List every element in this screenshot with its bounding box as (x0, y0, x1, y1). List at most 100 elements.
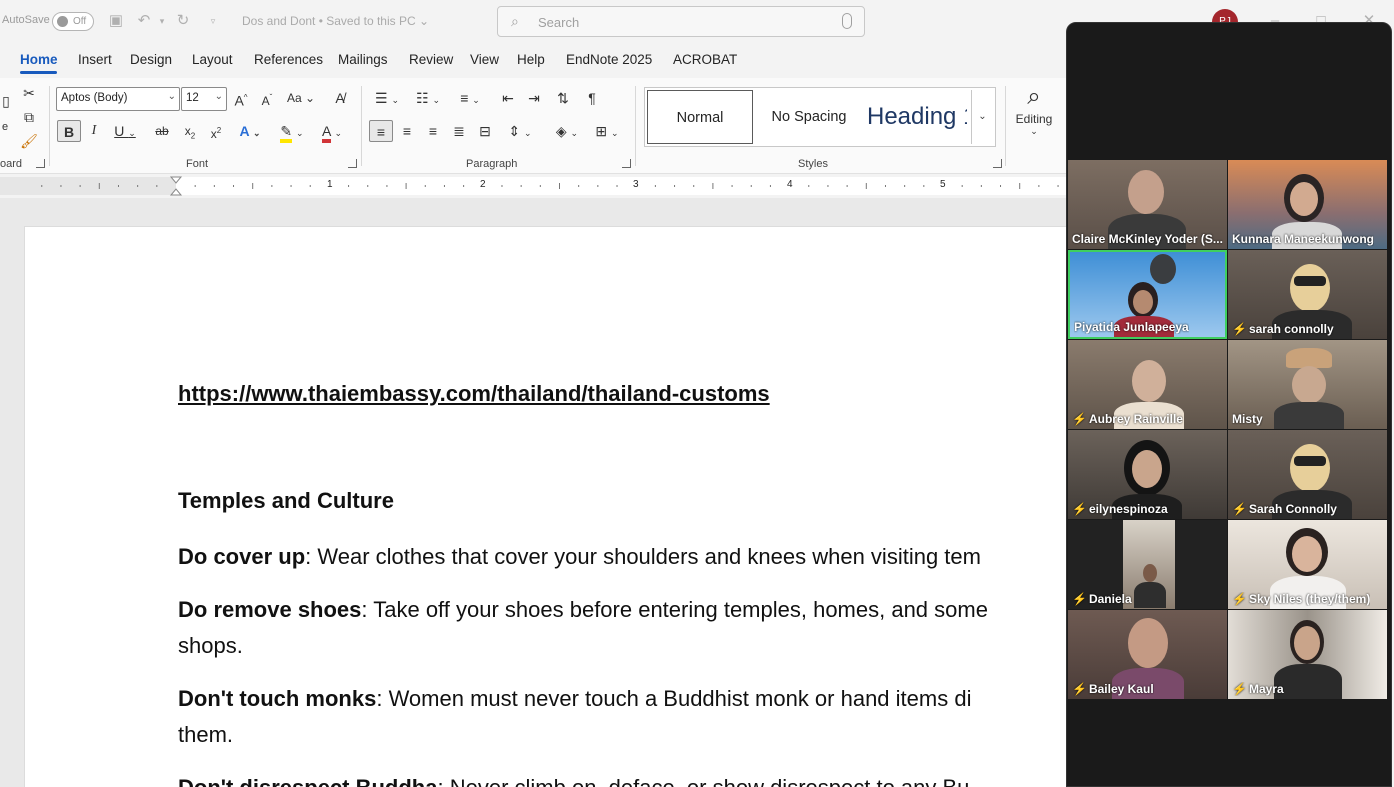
multilevel-list-icon[interactable]: ≡ ⌄ (453, 87, 487, 109)
tab-mailings[interactable]: Mailings (338, 52, 388, 67)
decrease-indent-icon[interactable]: ⇤ (498, 87, 518, 109)
document-title[interactable]: Dos and Dont • Saved to this PC ⌄ (242, 14, 429, 28)
clipboard-launcher-icon[interactable] (36, 159, 45, 168)
style-heading-1[interactable]: Heading 1 (867, 90, 967, 144)
search-icon: ⌕ (511, 13, 519, 29)
justify-icon[interactable]: ≣ (449, 120, 469, 142)
tab-design[interactable]: Design (130, 52, 172, 67)
search-placeholder: Search (538, 15, 580, 30)
text-effects-icon[interactable]: A ⌄ (234, 120, 266, 142)
participant-tile[interactable]: ⚡ Sarah Connolly (1228, 430, 1387, 519)
align-right-icon[interactable]: ≡ (423, 120, 443, 142)
editing-button[interactable]: ⌕ Editing ⌄ (1012, 82, 1056, 137)
participant-tile[interactable]: ⚡ sarah connolly (1228, 250, 1387, 339)
autosave-toggle[interactable]: Off (52, 12, 94, 31)
sort-icon[interactable]: ⇅ (553, 87, 573, 109)
paste-label-fragment: e (1, 121, 9, 133)
borders-icon[interactable]: ⊞ ⌄ (590, 120, 624, 142)
shading-icon[interactable]: ◈ ⌄ (550, 120, 584, 142)
participant-tile[interactable]: Misty (1228, 340, 1387, 429)
participant-tile[interactable]: ⚡ Bailey Kaul (1068, 610, 1227, 699)
paragraph-group-label: Paragraph (466, 158, 518, 170)
align-left-icon[interactable]: ≡ (369, 120, 393, 142)
undo-dropdown-icon[interactable]: ▾ (153, 12, 171, 30)
line-spacing-icon[interactable]: ⇕ ⌄ (503, 120, 537, 142)
muted-mic-icon: ⚡ (1072, 412, 1087, 426)
document-area[interactable]: https://www.thaiembassy.com/thailand/tha… (0, 198, 1084, 787)
redo-icon[interactable]: ↻ (174, 12, 192, 30)
strikethrough-button[interactable]: ab (152, 120, 172, 142)
font-name-select[interactable]: Aptos (Body) ⌄ (56, 87, 180, 111)
find-icon: ⌕ (1027, 83, 1041, 110)
styles-more-icon[interactable]: ⌄ (971, 90, 993, 144)
shrink-font-icon[interactable]: Aˇ (257, 87, 277, 109)
tab-help[interactable]: Help (517, 52, 545, 67)
underline-button[interactable]: U ⌄ (110, 120, 140, 142)
participant-name: ⚡ Daniela (1072, 592, 1132, 606)
participant-name: ⚡ Aubrey Rainville (1072, 412, 1183, 426)
participant-tile[interactable]: ⚡ eilynespinoza (1068, 430, 1227, 519)
highlight-color-icon[interactable]: ✎ ⌄ (276, 120, 308, 143)
embassy-link[interactable]: https://www.thaiembassy.com/thailand/tha… (178, 381, 770, 407)
tab-layout[interactable]: Layout (192, 52, 233, 67)
increase-indent-icon[interactable]: ⇥ (524, 87, 544, 109)
active-tab-indicator (20, 71, 57, 74)
participant-tile[interactable]: ⚡ Mayra (1228, 610, 1387, 699)
style-normal[interactable]: Normal (647, 90, 753, 144)
tab-references[interactable]: References (254, 52, 323, 67)
document-page[interactable]: https://www.thaiembassy.com/thailand/tha… (24, 226, 1084, 787)
italic-button[interactable]: I (85, 120, 103, 142)
align-center-icon[interactable]: ≡ (397, 120, 417, 142)
muted-mic-icon: ⚡ (1072, 592, 1087, 606)
grow-font-icon[interactable]: A^ (231, 87, 251, 109)
clear-formatting-icon[interactable]: A̸ (330, 87, 350, 109)
font-size-value: 12 (186, 92, 199, 104)
participant-tile[interactable]: Claire McKinley Yoder (S... (1068, 160, 1227, 249)
participant-name: ⚡ eilynespinoza (1072, 502, 1168, 516)
styles-launcher-icon[interactable] (993, 159, 1002, 168)
paragraph-touch-monks: Don't touch monks: Women must never touc… (178, 681, 971, 753)
participant-tile[interactable]: ⚡ Aubrey Rainville (1068, 340, 1227, 429)
numbering-icon[interactable]: ☷ ⌄ (411, 87, 445, 109)
tab-home[interactable]: Home (20, 52, 58, 67)
cut-icon[interactable]: ✂ (20, 82, 38, 104)
distributed-icon[interactable]: ⊟ (475, 120, 495, 142)
subscript-button[interactable]: x2 (180, 120, 200, 142)
font-size-select[interactable]: 12 ⌄ (181, 87, 227, 111)
paste-icon[interactable]: ▯ (0, 90, 12, 112)
participant-tile[interactable]: ⚡ Sky Niles (they/them) (1228, 520, 1387, 609)
change-case-icon[interactable]: Aa ⌄ (285, 87, 317, 109)
tab-insert[interactable]: Insert (78, 52, 112, 67)
tab-review[interactable]: Review (409, 52, 453, 67)
font-group-label: Font (186, 158, 209, 170)
ruler[interactable]: 1 2 3 4 5 (0, 175, 1066, 197)
copy-icon[interactable]: ⧉ (20, 106, 38, 128)
undo-icon[interactable]: ↶ (135, 12, 153, 30)
font-color-icon[interactable]: A ⌄ (316, 120, 348, 143)
superscript-button[interactable]: x2 (206, 120, 226, 142)
save-icon[interactable]: ▣ (107, 12, 125, 30)
tab-endnote[interactable]: EndNote 2025 (566, 52, 652, 67)
muted-mic-icon: ⚡ (1072, 502, 1087, 516)
paragraph-launcher-icon[interactable] (622, 159, 631, 168)
tab-acrobat[interactable]: ACROBAT (673, 52, 737, 67)
autosave-state: Off (73, 16, 87, 27)
participant-tile-active-speaker[interactable]: Piyatida Junlapeeya (1068, 250, 1227, 339)
format-painter-icon[interactable]: 🖌 (20, 130, 38, 152)
participant-name: ⚡ Bailey Kaul (1072, 682, 1154, 696)
style-no-spacing[interactable]: No Spacing (761, 90, 857, 144)
muted-mic-icon: ⚡ (1232, 682, 1247, 696)
tab-view[interactable]: View (470, 52, 499, 67)
bold-button[interactable]: B (57, 120, 81, 142)
bullets-icon[interactable]: ☰ ⌄ (370, 87, 404, 109)
participant-tile[interactable]: ⚡ Daniela (1068, 520, 1227, 609)
participant-name: Kunnara Maneekunwong (1232, 232, 1375, 246)
paragraph-body: : Women must never touch a Buddhist monk… (376, 686, 972, 711)
font-launcher-icon[interactable] (348, 159, 357, 168)
show-formatting-icon[interactable]: ¶ (582, 87, 602, 109)
participant-tile[interactable]: Kunnara Maneekunwong (1228, 160, 1387, 249)
participant-name: Piyatida Junlapeeya (1074, 320, 1189, 334)
customize-toolbar-icon[interactable]: ▿ (204, 12, 222, 30)
microphone-icon[interactable] (842, 13, 852, 29)
search-box[interactable]: ⌕ Search (497, 6, 865, 37)
